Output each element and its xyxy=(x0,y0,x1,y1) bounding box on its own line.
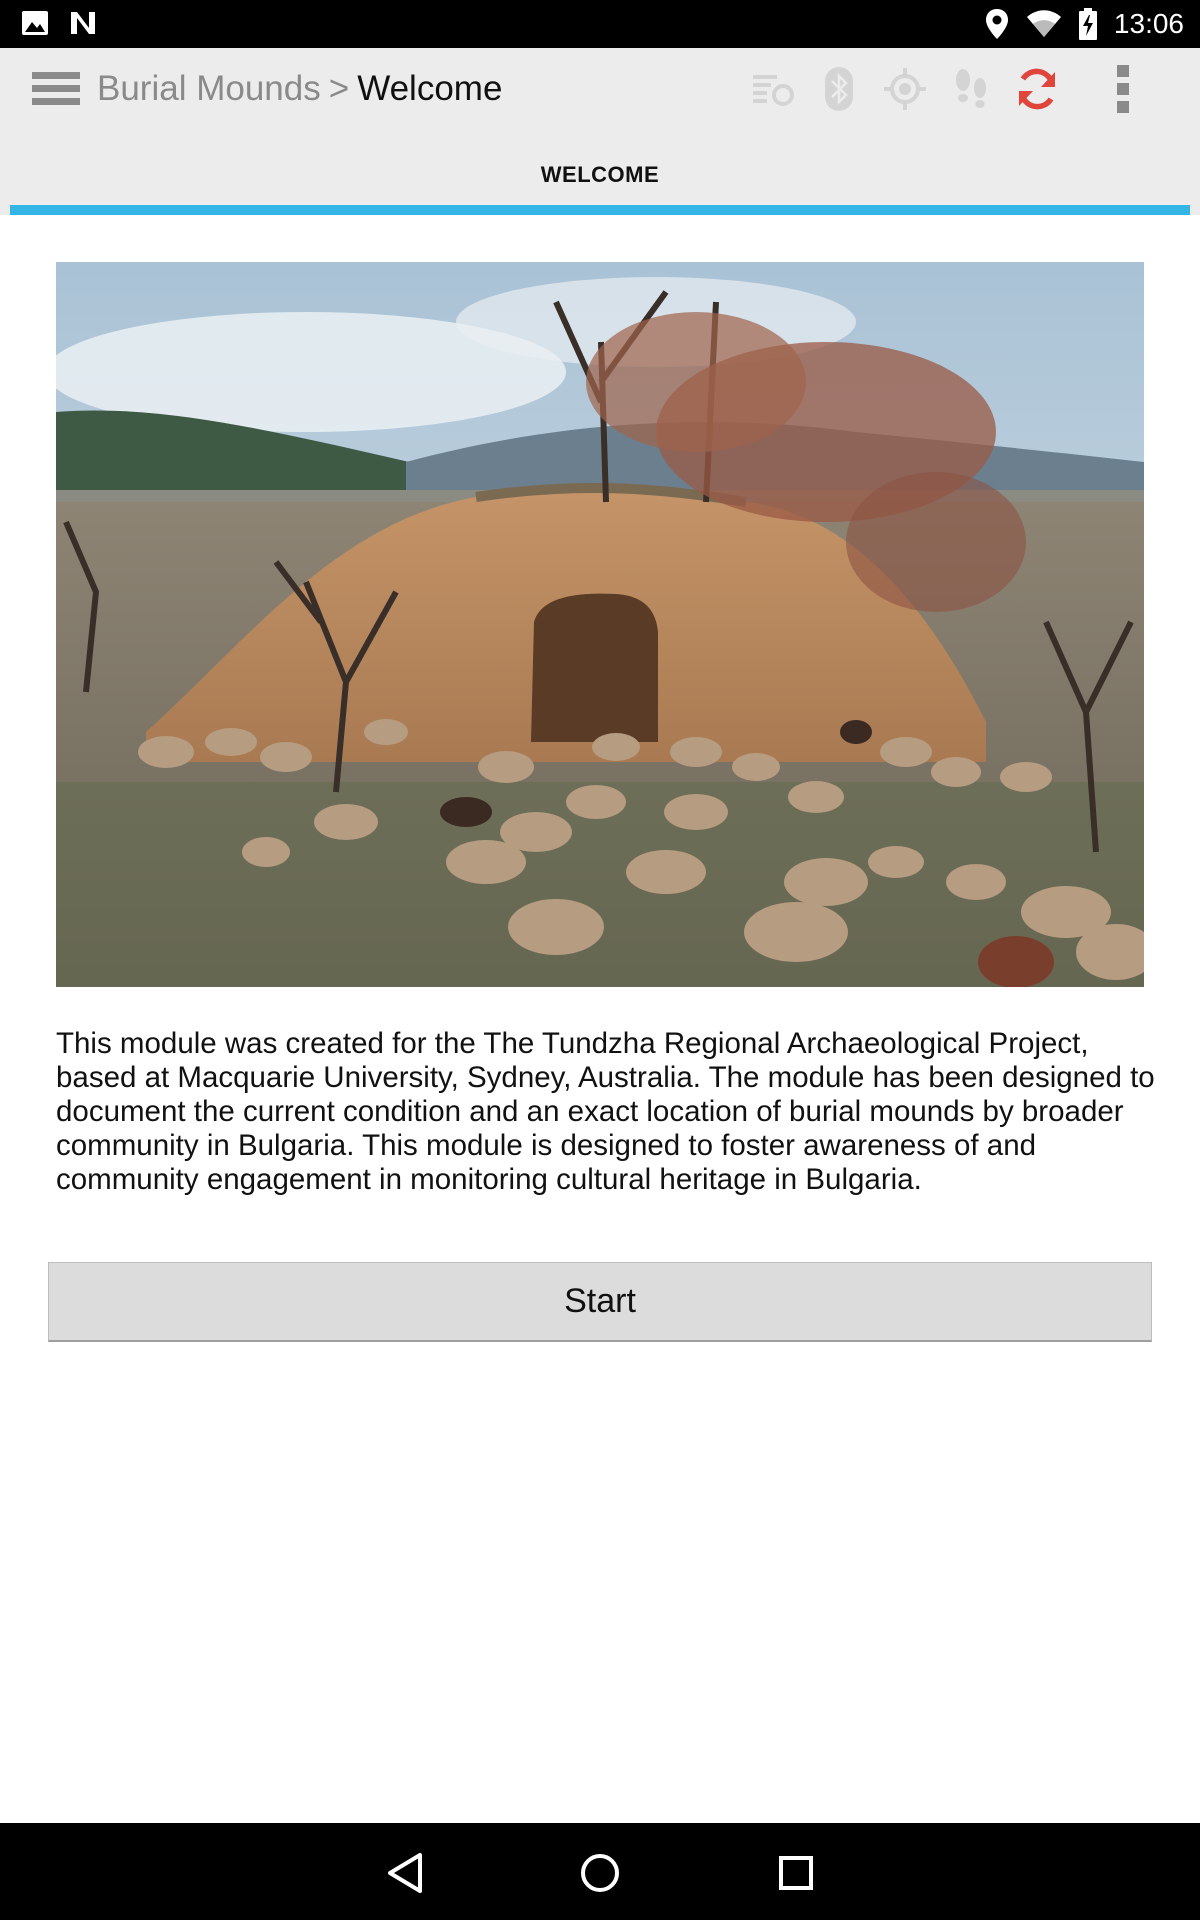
tab-selected-indicator xyxy=(10,205,1190,215)
wifi-icon xyxy=(1026,10,1061,37)
gps-icon[interactable] xyxy=(882,66,928,112)
navigation-bar xyxy=(0,1823,1200,1920)
hero-image-burial-mound xyxy=(56,262,1144,987)
start-button[interactable]: Start xyxy=(48,1262,1152,1342)
n-notification-icon xyxy=(71,12,95,34)
home-icon[interactable] xyxy=(574,1847,626,1899)
tab-strip: WELCOME xyxy=(0,130,1200,215)
footsteps-icon[interactable] xyxy=(948,66,994,112)
sync-list-icon[interactable] xyxy=(750,66,796,112)
overflow-menu-icon[interactable] xyxy=(1110,65,1136,113)
battery-charging-icon xyxy=(1078,8,1097,40)
status-right: 13:06 xyxy=(984,6,1184,42)
bluetooth-icon[interactable] xyxy=(816,66,862,112)
image-notification-icon xyxy=(22,11,48,35)
status-bar: 13:06 xyxy=(0,0,1200,48)
status-left xyxy=(20,8,98,38)
action-bar: Burial Mounds > Welcome xyxy=(0,48,1200,132)
recents-icon[interactable] xyxy=(770,1847,822,1899)
breadcrumb-parent[interactable]: Burial Mounds xyxy=(97,69,321,108)
module-description: This module was created for the The Tund… xyxy=(56,1027,1155,1196)
breadcrumb: Burial Mounds > Welcome xyxy=(97,66,502,112)
hamburger-menu-icon[interactable] xyxy=(30,68,82,110)
action-bar-icons xyxy=(700,48,1200,130)
breadcrumb-separator: > xyxy=(328,69,350,108)
breadcrumb-current: Welcome xyxy=(357,69,503,108)
tab-label: WELCOME xyxy=(540,162,660,187)
location-pin-icon xyxy=(985,9,1008,39)
content-panel: This module was created for the The Tund… xyxy=(10,215,1190,1823)
sync-refresh-icon[interactable] xyxy=(1014,66,1060,112)
back-icon[interactable] xyxy=(380,1847,432,1899)
tab-welcome[interactable]: WELCOME xyxy=(10,130,1190,215)
status-time: 13:06 xyxy=(1113,8,1184,39)
